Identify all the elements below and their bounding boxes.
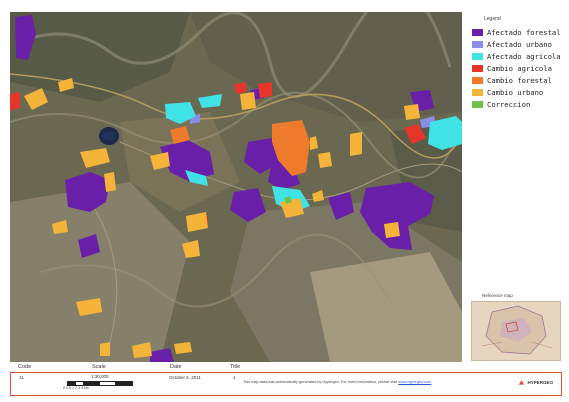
legend-swatch	[472, 76, 483, 84]
company-logo: HYPERGEO	[518, 379, 553, 386]
legend-item-cambio-agricola: Cambio agricola	[472, 63, 564, 73]
date-value: October 6, 2011	[169, 375, 201, 380]
date-header: Date	[170, 364, 182, 370]
legend-swatch	[472, 88, 483, 96]
legend-swatch	[472, 64, 483, 72]
legend-swatch	[472, 100, 483, 108]
legend-panel: Legend Afectado forestal Afectado urbano…	[466, 12, 564, 362]
reference-map[interactable]	[471, 301, 561, 361]
reference-map-title: Reference map	[482, 293, 513, 298]
footer-note-text: This map data was automatically generate…	[243, 380, 398, 384]
legend-swatch	[472, 28, 483, 36]
legend-item-correccion: Correccion	[472, 99, 564, 109]
scale-value: 1:30,000	[91, 374, 109, 379]
code-value: 11	[19, 375, 24, 380]
code-header: Code	[18, 364, 32, 370]
scale-bar-ticks: 0 0.5 1 2 3 4 km	[63, 386, 89, 390]
legend-label: Afectado urbano	[487, 39, 552, 49]
footer-note: This map data was automatically generate…	[243, 380, 431, 384]
legend-label: Afectado agricola	[487, 51, 561, 61]
logo-text: HYPERGEO	[527, 380, 553, 385]
legend-swatch	[472, 52, 483, 60]
scale-header: Scale	[92, 364, 106, 370]
legend-item-cambio-forestal: Cambio forestal	[472, 75, 564, 85]
satellite-basemap	[10, 12, 462, 362]
legend-item-afectado-forestal: Afectado forestal	[472, 27, 564, 37]
legend-item-cambio-urbano: Cambio urbano	[472, 87, 564, 97]
map-view[interactable]	[10, 12, 462, 362]
title-value: 1	[233, 375, 236, 380]
legend-item-afectado-agricola: Afectado agricola	[472, 51, 564, 61]
legend-item-afectado-urbano: Afectado urbano	[472, 39, 564, 49]
legend-label: Correccion	[487, 99, 531, 109]
legend-label: Cambio forestal	[487, 75, 552, 85]
title-header: Title	[230, 364, 241, 370]
legend-title: Legend	[484, 16, 501, 22]
legend-label: Cambio agricola	[487, 63, 552, 73]
reference-map-graphic	[472, 302, 560, 360]
legend-label: Cambio urbano	[487, 87, 544, 97]
map-footer: Code Scale Date Title 11 1:30,000 0 0.5 …	[10, 364, 562, 396]
footer-note-link[interactable]: www.hypergeo.com	[398, 380, 431, 384]
logo-icon	[519, 380, 525, 385]
legend-label: Afectado forestal	[487, 27, 561, 37]
legend-swatch	[472, 40, 483, 48]
footer-info-box: 11 1:30,000 0 0.5 1 2 3 4 km October 6, …	[10, 372, 562, 396]
